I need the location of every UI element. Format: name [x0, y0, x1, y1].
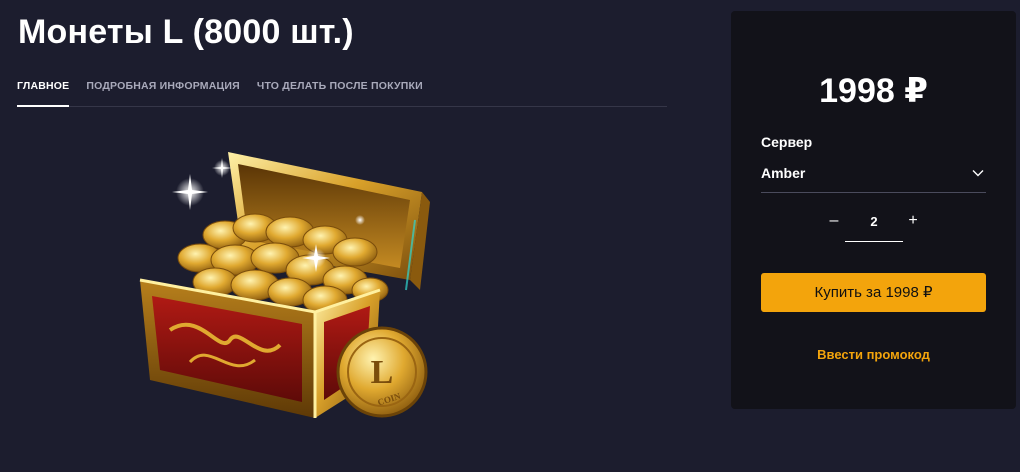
server-select[interactable]: Amber	[761, 161, 986, 193]
decrease-quantity-button[interactable]: –	[827, 213, 841, 229]
quantity-input[interactable]: 2	[845, 211, 903, 242]
treasure-chest-image: L COIN	[139, 152, 430, 418]
tab-main[interactable]: ГЛАВНОЕ	[17, 79, 70, 107]
purchase-panel: 1998 ₽ Сервер Amber – 2 + Купить за 1998…	[731, 11, 1016, 409]
server-select-value: Amber	[761, 165, 806, 181]
tab-details[interactable]: ПОДРОБНАЯ ИНФОРМАЦИЯ	[86, 79, 239, 107]
server-label: Сервер	[761, 134, 813, 150]
tab-after-purchase[interactable]: ЧТО ДЕЛАТЬ ПОСЛЕ ПОКУПКИ	[257, 79, 423, 107]
chevron-down-icon	[972, 170, 984, 177]
product-tabs: ГЛАВНОЕ ПОДРОБНАЯ ИНФОРМАЦИЯ ЧТО ДЕЛАТЬ …	[17, 79, 667, 107]
product-page: Монеты L (8000 шт.) ГЛАВНОЕ ПОДРОБНАЯ ИН…	[0, 0, 1020, 472]
quantity-stepper: – 2 +	[731, 211, 1016, 243]
coin-letter: L	[371, 354, 394, 391]
promo-code-link[interactable]: Ввести промокод	[731, 347, 1016, 362]
coin-icon: L COIN	[336, 326, 428, 418]
price: 1998 ₽	[819, 72, 928, 110]
buy-button[interactable]: Купить за 1998 ₽	[761, 273, 986, 312]
page-title: Монеты L (8000 шт.)	[18, 13, 354, 51]
increase-quantity-button[interactable]: +	[906, 213, 920, 229]
